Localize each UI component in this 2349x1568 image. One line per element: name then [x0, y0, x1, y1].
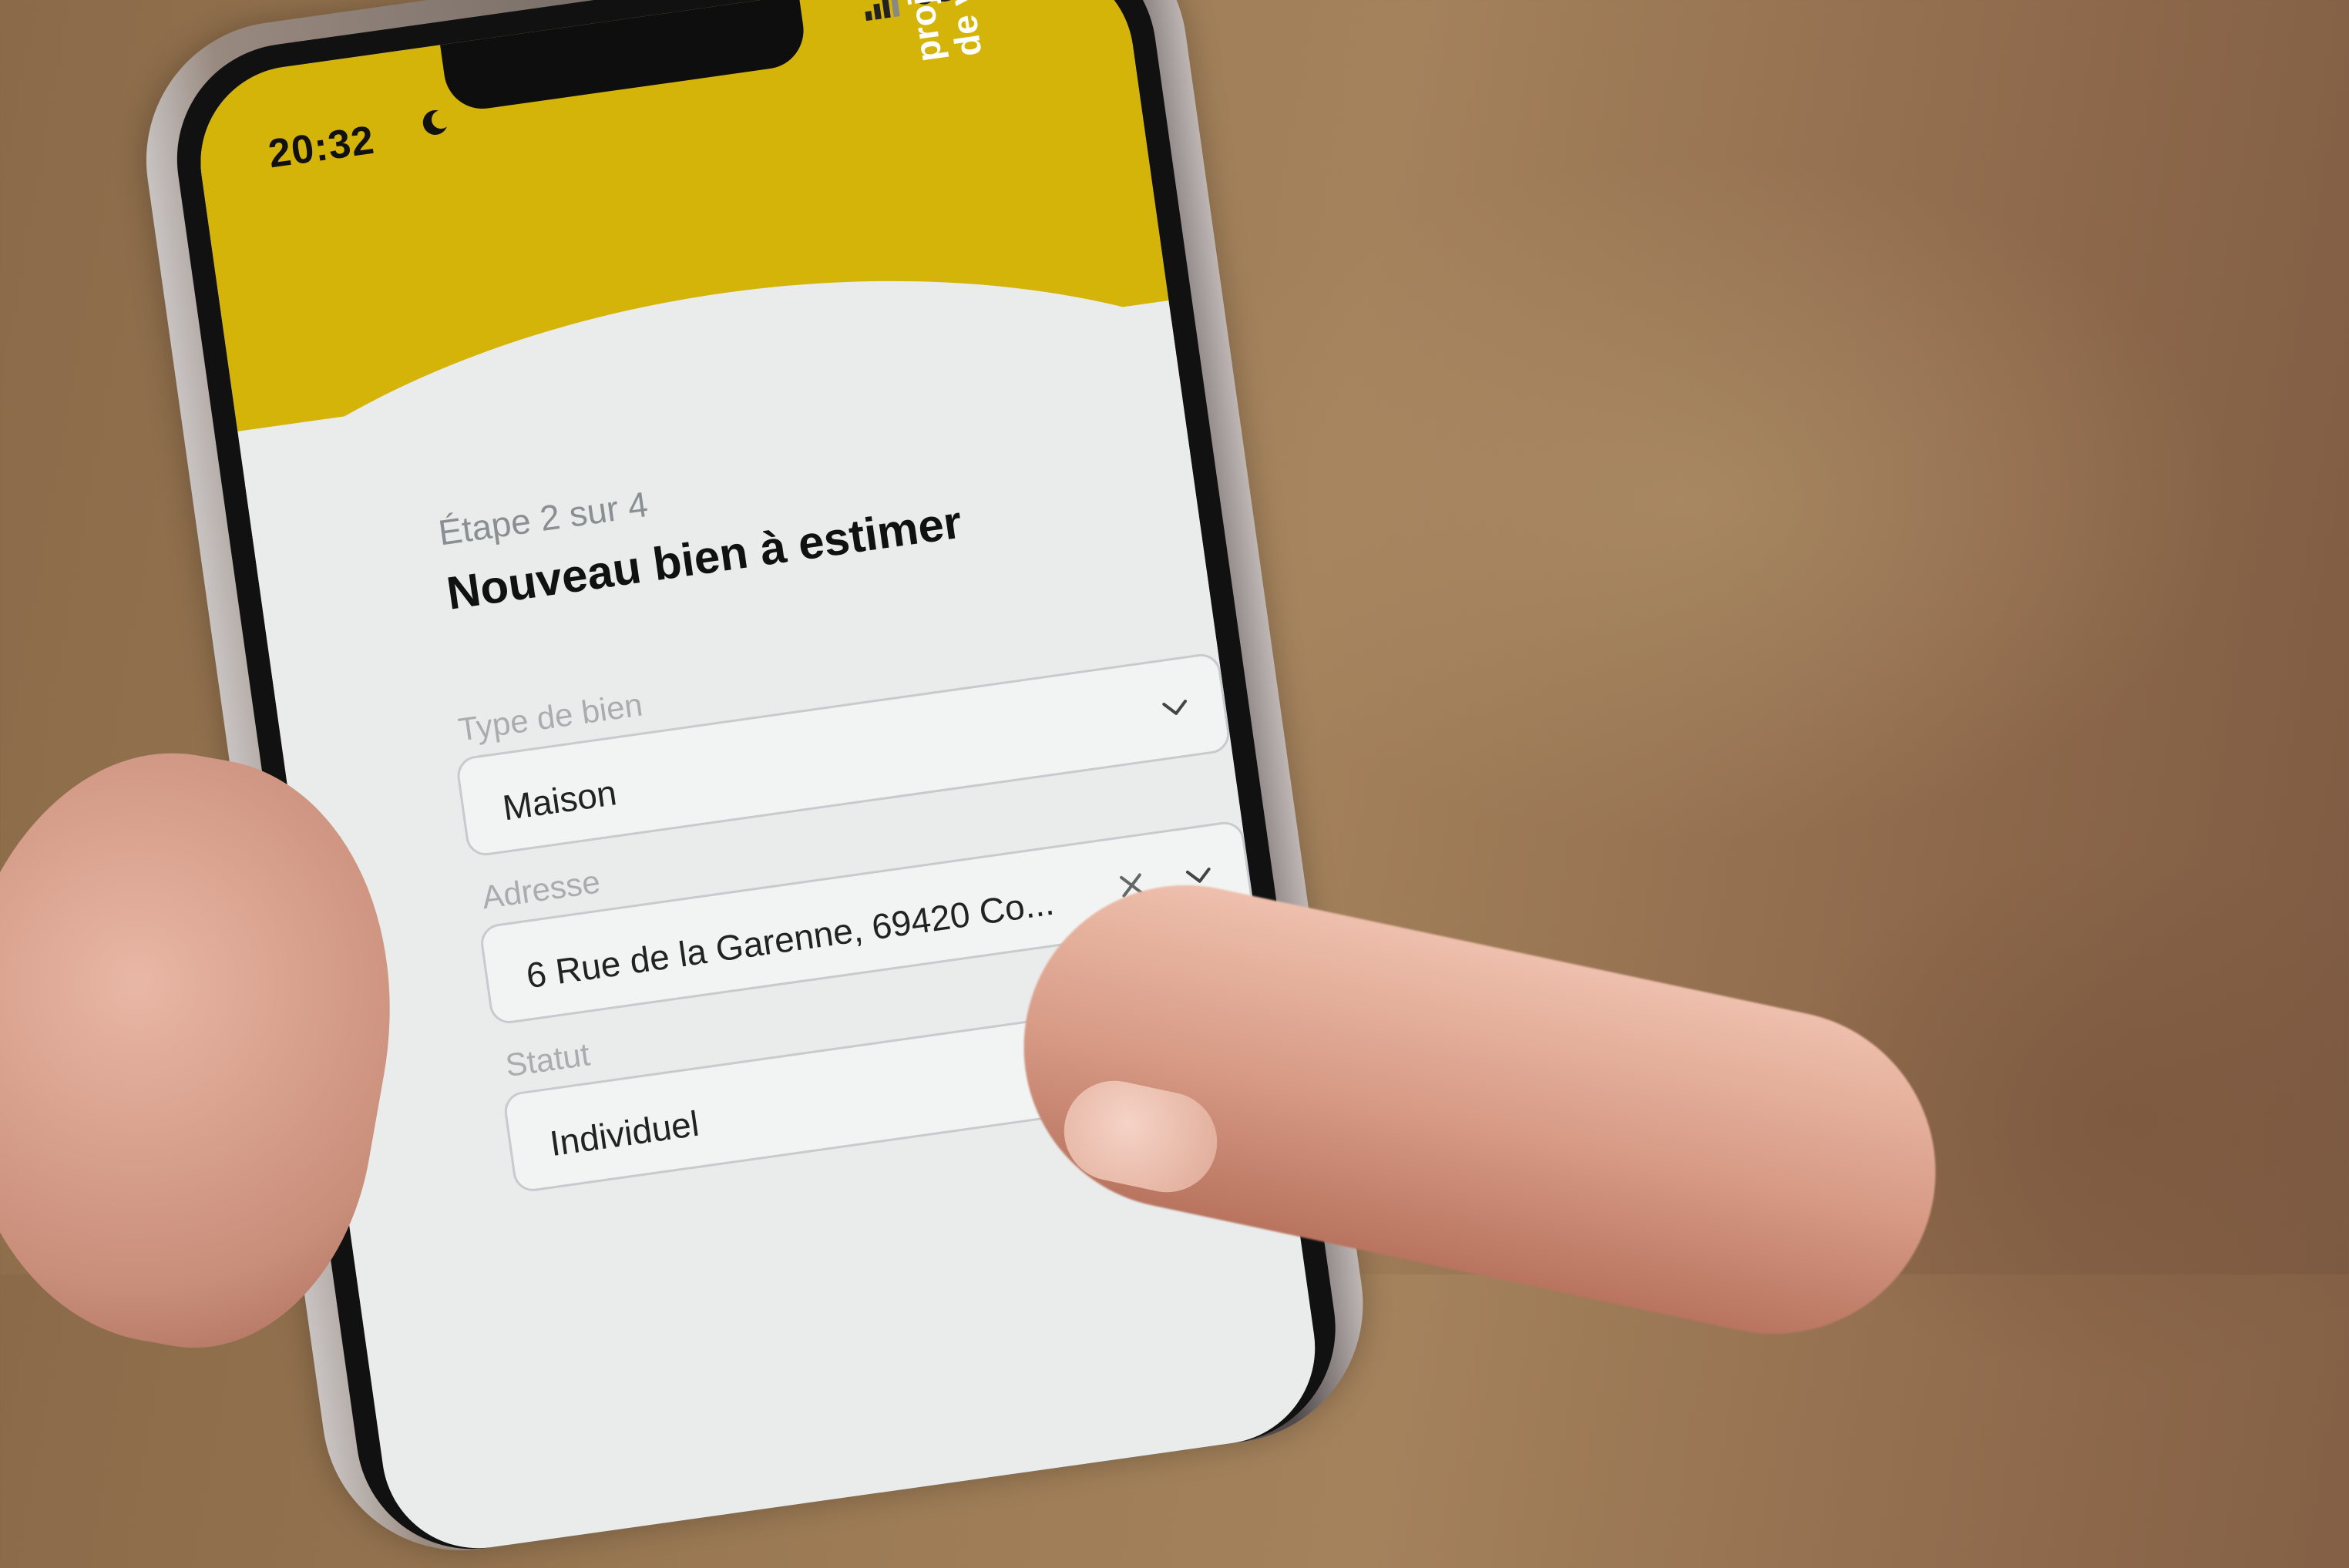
chevron-down-icon[interactable]	[1156, 689, 1195, 727]
address-value: 6 Rue de la Garenne, 69420 Co...	[523, 881, 1057, 996]
phone: 20:32 5G projet de vente Étape 2 sur 4 N…	[128, 0, 1381, 1568]
background-blur	[1156, 154, 2235, 848]
property-type-value: Maison	[500, 772, 620, 828]
property-type-select[interactable]: Maison	[455, 651, 1232, 858]
field-label-address: Adresse	[479, 863, 603, 916]
field-label-status: Statut	[502, 1036, 593, 1084]
status-value: Individuel	[547, 1103, 702, 1164]
